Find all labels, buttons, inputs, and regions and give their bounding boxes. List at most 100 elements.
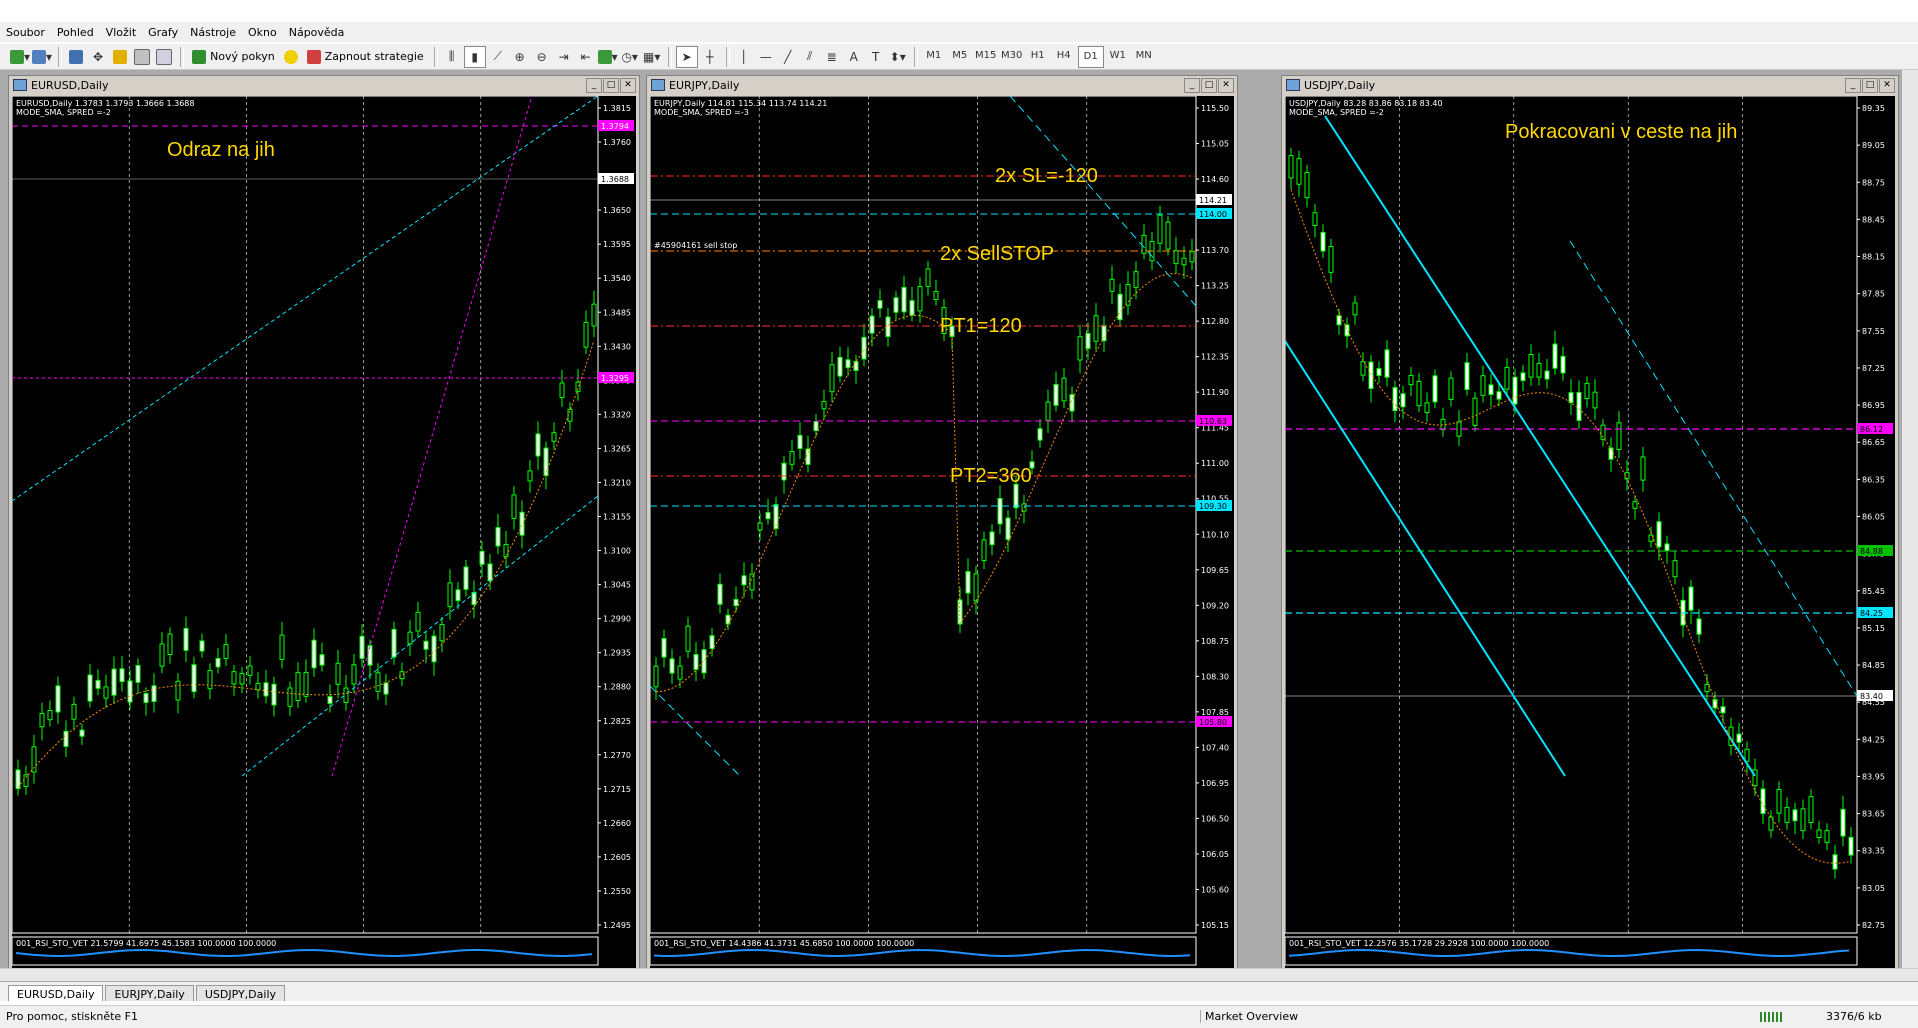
timeframe-w1[interactable]: W1 — [1106, 46, 1130, 66]
timeframe-m5[interactable]: M5 — [948, 46, 972, 66]
candle-body — [1544, 370, 1550, 380]
moving-average — [17, 340, 595, 788]
zoom-in-icon[interactable]: ⊕ — [510, 47, 530, 67]
chart-tab-1[interactable]: EURJPY,Daily — [105, 985, 194, 1001]
horizontal-line-icon[interactable]: — — [756, 47, 776, 67]
candle-body — [215, 658, 221, 668]
menu-item-3[interactable]: Grafy — [142, 26, 184, 39]
new-order-button[interactable]: Nový pokyn — [188, 47, 279, 67]
candle-body — [1816, 829, 1822, 838]
navigator-icon[interactable]: ✥ — [88, 47, 108, 67]
channel-icon[interactable]: ⫽ — [800, 47, 820, 67]
text-icon[interactable]: A — [844, 47, 864, 67]
minimize-button[interactable]: _ — [1184, 78, 1200, 93]
chart-canvas-eurjpy[interactable]: 115.50115.05114.60114.15113.70113.25112.… — [650, 96, 1234, 973]
timeframe-m15[interactable]: M15 — [974, 46, 998, 66]
chart-tab-2[interactable]: USDJPY,Daily — [195, 985, 286, 1001]
maximize-button[interactable]: □ — [603, 78, 619, 93]
trendline-icon[interactable]: ╱ — [778, 47, 798, 67]
menu-item-0[interactable]: Soubor — [0, 26, 51, 39]
metaeditor-icon[interactable] — [281, 47, 301, 67]
candle-body — [1848, 836, 1854, 856]
timeframe-mn[interactable]: MN — [1132, 46, 1156, 66]
autotrade-button[interactable]: Zapnout strategie — [303, 47, 428, 67]
indicators-icon[interactable]: ▾ — [597, 47, 618, 67]
new-chart-icon[interactable]: ▾ — [10, 47, 30, 67]
crosshair-icon[interactable]: ┼ — [700, 47, 720, 67]
candle-body — [1448, 377, 1454, 400]
profiles-icon[interactable]: ▾ — [32, 47, 52, 67]
candle-body — [399, 671, 405, 680]
minimize-button[interactable]: _ — [586, 78, 602, 93]
candle-body — [1304, 172, 1310, 199]
menu-item-5[interactable]: Okno — [242, 26, 283, 39]
chart-tab-0[interactable]: EURUSD,Daily — [8, 985, 104, 1001]
cursor-icon[interactable]: ➤ — [675, 45, 698, 68]
candle-body — [495, 527, 501, 547]
window-title-bar[interactable]: EURUSD,Daily _ □ ✕ — [9, 76, 639, 94]
tester-icon[interactable] — [154, 47, 174, 67]
arrows-icon[interactable]: ⬍▾ — [888, 47, 908, 67]
candle-body — [551, 432, 557, 442]
horizontal-scrollbar[interactable] — [0, 968, 1918, 981]
chart-shift-icon[interactable]: ⇤ — [576, 47, 596, 67]
price-tick-label: 1.3540 — [603, 274, 631, 283]
timeframe-h1[interactable]: H1 — [1026, 46, 1050, 66]
candle-body — [463, 566, 469, 590]
menu-item-4[interactable]: Nástroje — [184, 26, 242, 39]
candle-body — [1424, 402, 1430, 414]
candle-body — [207, 670, 213, 690]
autotrade-label: Zapnout strategie — [324, 50, 424, 63]
window-title-bar[interactable]: USDJPY,Daily _ □ ✕ — [1282, 76, 1898, 94]
candle-body — [813, 421, 819, 432]
text-label-icon[interactable]: T — [866, 47, 886, 67]
candle-body — [1133, 271, 1139, 288]
favorites-icon[interactable] — [110, 47, 130, 67]
candle-body — [1109, 278, 1115, 292]
chart-window-eurjpy[interactable]: EURJPY,Daily _□✕ 115.50115.05114.60114.1… — [646, 75, 1238, 977]
terminal-icon[interactable] — [132, 47, 152, 67]
connection-icon — [1760, 1012, 1782, 1022]
candle-body — [1045, 401, 1051, 421]
timeframe-h4[interactable]: H4 — [1052, 46, 1076, 66]
close-button[interactable]: ✕ — [620, 78, 636, 93]
maximize-button[interactable]: □ — [1201, 78, 1217, 93]
chart-canvas-usdjpy[interactable]: 89.35 89.05 88.75 88.45 88.15 87.85 87.55 87.25… — [1285, 96, 1895, 973]
chart-window-usdjpy[interactable]: USDJPY,Daily _ □ ✕ 89.35 89.05 88.75 88.45 88.… — [1281, 75, 1899, 977]
chart-window-eurusd[interactable]: EURUSD,Daily _□✕ 1.38151.37601.37051.365… — [8, 75, 640, 977]
price-tick-label: 106.05 — [1201, 850, 1229, 859]
menu-item-6[interactable]: Nápověda — [283, 26, 351, 39]
market-watch-icon[interactable] — [66, 47, 86, 67]
candle-body — [1376, 368, 1382, 377]
price-tick-label: 85.45 — [1862, 587, 1885, 596]
price-tick-label: 107.85 — [1201, 708, 1229, 717]
window-title: EURUSD,Daily — [31, 78, 109, 92]
line-chart-icon[interactable]: ⟋ — [488, 47, 508, 67]
candle-body — [925, 268, 931, 287]
autoscroll-icon[interactable]: ⇥ — [554, 47, 574, 67]
maximize-button[interactable]: □ — [1862, 78, 1878, 93]
candle-chart-icon[interactable]: ▮ — [463, 45, 486, 68]
price-tick-label: 1.2660 — [603, 819, 631, 828]
price-tick-label: 106.95 — [1201, 779, 1229, 788]
templates-icon[interactable]: ▦▾ — [642, 47, 662, 67]
periods-icon[interactable]: ◷▾ — [620, 47, 640, 67]
candle-body — [1352, 302, 1358, 316]
bar-chart-icon[interactable]: ⫼ — [442, 47, 462, 67]
candle-body — [1157, 214, 1163, 244]
menu-item-1[interactable]: Pohled — [51, 26, 100, 39]
vertical-line-icon[interactable]: │ — [734, 47, 754, 67]
window-title-bar[interactable]: EURJPY,Daily _ □ ✕ — [647, 76, 1237, 94]
menu-item-2[interactable]: Vložit — [100, 26, 142, 39]
timeframe-m30[interactable]: M30 — [1000, 46, 1024, 66]
chart-canvas-eurusd[interactable]: 1.38151.37601.37051.36501.35951.35401.34… — [12, 96, 636, 973]
fibo-icon[interactable]: ≣ — [822, 47, 842, 67]
zoom-out-icon[interactable]: ⊖ — [532, 47, 552, 67]
minimize-button[interactable]: _ — [1845, 78, 1861, 93]
close-button[interactable]: ✕ — [1879, 78, 1895, 93]
timeframe-d1[interactable]: D1 — [1077, 45, 1104, 68]
close-button[interactable]: ✕ — [1218, 78, 1234, 93]
vertical-scrollbar[interactable] — [1902, 70, 1918, 968]
timeframe-m1[interactable]: M1 — [922, 46, 946, 66]
candle-body — [701, 649, 707, 674]
